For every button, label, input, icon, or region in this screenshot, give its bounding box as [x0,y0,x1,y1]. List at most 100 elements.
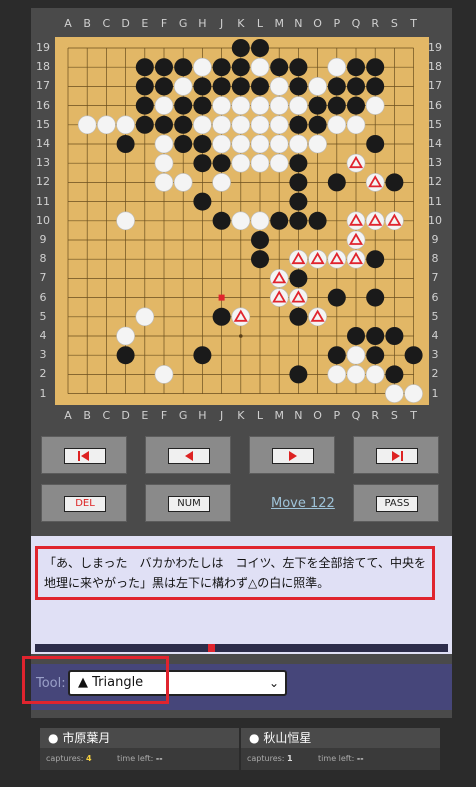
black-stone [135,96,154,115]
black-stone [231,77,250,96]
black-stone [193,77,212,96]
black-stone [174,58,193,77]
black-stone [289,77,308,96]
column-label: E [141,17,149,30]
white-stone [154,173,174,192]
column-label: N [294,17,303,30]
black-time-label: time left: [117,754,154,763]
black-stone [366,346,385,365]
white-captures-label: captures: [247,754,285,763]
pass-label: PASS [376,496,418,512]
comment-text[interactable]: 「あ、しまった バカかわたしは コイツ、左下を全部捨てて、中央を地理に来やがった… [35,546,435,600]
white-stone [269,77,289,96]
black-stone [347,327,365,345]
next-move-button[interactable] [249,436,335,474]
white-stone [269,96,289,115]
black-stone [155,77,173,96]
row-label: 2 [431,367,439,381]
column-label: J [219,409,224,422]
previous-move-button[interactable] [145,436,231,474]
row-label: 5 [39,309,47,323]
white-player-name: 秋山恒星 [263,731,312,745]
white-stone [250,153,270,173]
row-label: 17 [428,79,442,93]
row-label: 16 [36,98,50,112]
white-stone [269,134,289,154]
number-label: NUM [168,496,210,512]
white-stone [346,345,366,365]
row-label: 5 [431,309,439,323]
black-stone [366,288,385,307]
black-stone [193,192,212,211]
row-label: 14 [428,137,442,150]
white-captures-value: 1 [287,754,293,763]
row-label: 3 [39,348,47,362]
white-stone [231,211,251,231]
white-stone [212,115,231,135]
black-stone [135,58,154,77]
black-stone [174,135,193,153]
black-stone [212,58,231,77]
black-stone [327,346,346,365]
row-label: 16 [428,98,442,112]
white-stone [97,115,116,135]
number-button[interactable]: NUM [145,484,231,522]
last-move-button[interactable] [353,436,439,474]
black-stone [116,346,135,365]
board-grid[interactable] [55,37,429,405]
white-stone [212,173,231,192]
row-label: 15 [428,117,442,131]
white-stone [365,365,385,384]
white-stone [135,307,155,327]
white-stone [193,57,212,77]
black-stone [289,173,308,192]
black-stone [308,96,327,115]
black-stone [135,115,154,134]
white-stone [154,96,174,115]
white-time-label: time left: [318,754,355,763]
row-label: 9 [39,233,47,246]
row-label: 2 [39,367,47,381]
black-stone [193,96,212,115]
row-label: 14 [36,137,50,150]
black-stone [251,77,269,96]
row-label: 1 [39,386,47,400]
first-move-button[interactable] [41,436,127,474]
move-progress-bar[interactable] [35,644,448,652]
black-stone [289,269,308,288]
white-stone [289,96,308,115]
chevron-down-icon: ⌄ [268,676,279,690]
pass-button[interactable]: PASS [353,484,439,522]
row-label: 12 [36,175,50,189]
white-stone [250,115,270,135]
column-label: A [64,17,72,30]
go-board[interactable] [55,37,429,405]
black-stone [289,58,308,77]
column-label: R [371,17,380,30]
move-number-link[interactable]: Move 122 [271,496,335,511]
row-label: 9 [431,233,439,246]
white-stone [231,96,251,115]
row-label: 19 [428,41,442,54]
white-stone [250,211,270,231]
black-captures-label: captures: [46,754,84,763]
black-stone [327,77,346,96]
white-stone [308,134,327,154]
black-stone [385,365,404,384]
black-stone [347,96,365,115]
white-stone [173,173,193,192]
column-label: H [198,17,207,30]
black-stone [327,288,346,307]
progress-knob[interactable] [208,644,216,652]
white-stone [173,77,193,96]
black-stone [385,173,404,192]
black-captures-value: 4 [86,754,92,763]
white-stone [289,134,308,154]
row-label: 18 [36,60,50,74]
column-label: A [64,409,72,422]
black-stone [212,307,231,326]
delete-button[interactable]: DEL [41,484,127,522]
black-stone [270,58,289,77]
black-time-value: -- [155,754,163,763]
row-label: 7 [39,271,47,285]
